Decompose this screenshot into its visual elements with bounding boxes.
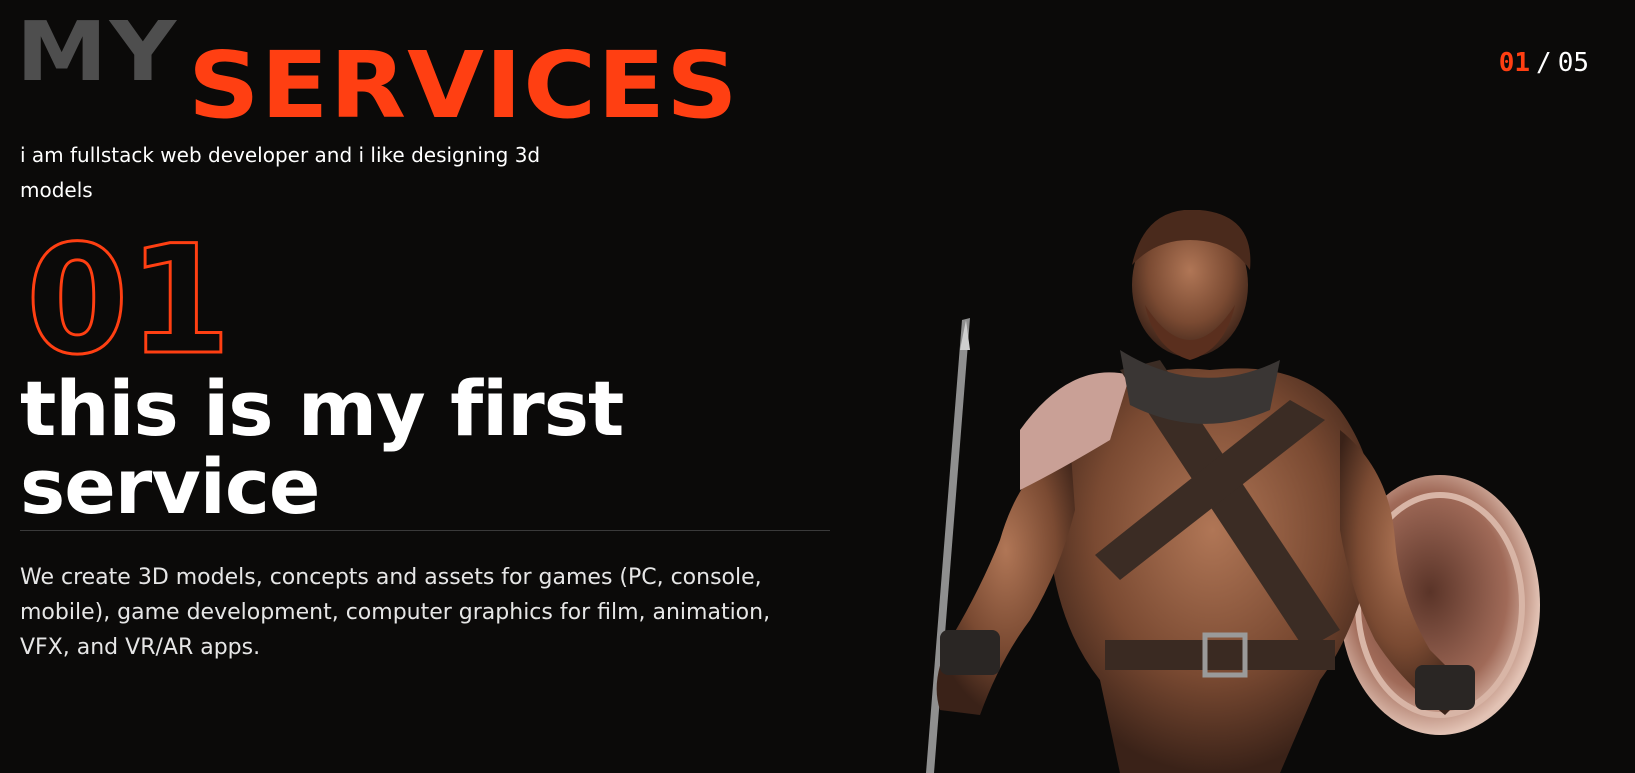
service-title: this is my first service xyxy=(20,364,624,531)
title-my: MY xyxy=(16,5,179,100)
total-slide-number: 05 xyxy=(1557,48,1589,78)
header-subtitle: i am fullstack web developer and i like … xyxy=(20,143,541,202)
service-number-text: 01 xyxy=(26,230,231,365)
slide-counter: 01/05 xyxy=(1499,50,1589,76)
warrior-figure-icon xyxy=(926,210,1540,773)
divider xyxy=(20,530,830,531)
service-number: 01 xyxy=(26,230,233,365)
current-slide-number: 01 xyxy=(1498,48,1531,78)
title-services: SERVICES xyxy=(188,32,739,139)
counter-separator: / xyxy=(1536,48,1552,78)
service-description: We create 3D models, concepts and assets… xyxy=(20,565,771,660)
